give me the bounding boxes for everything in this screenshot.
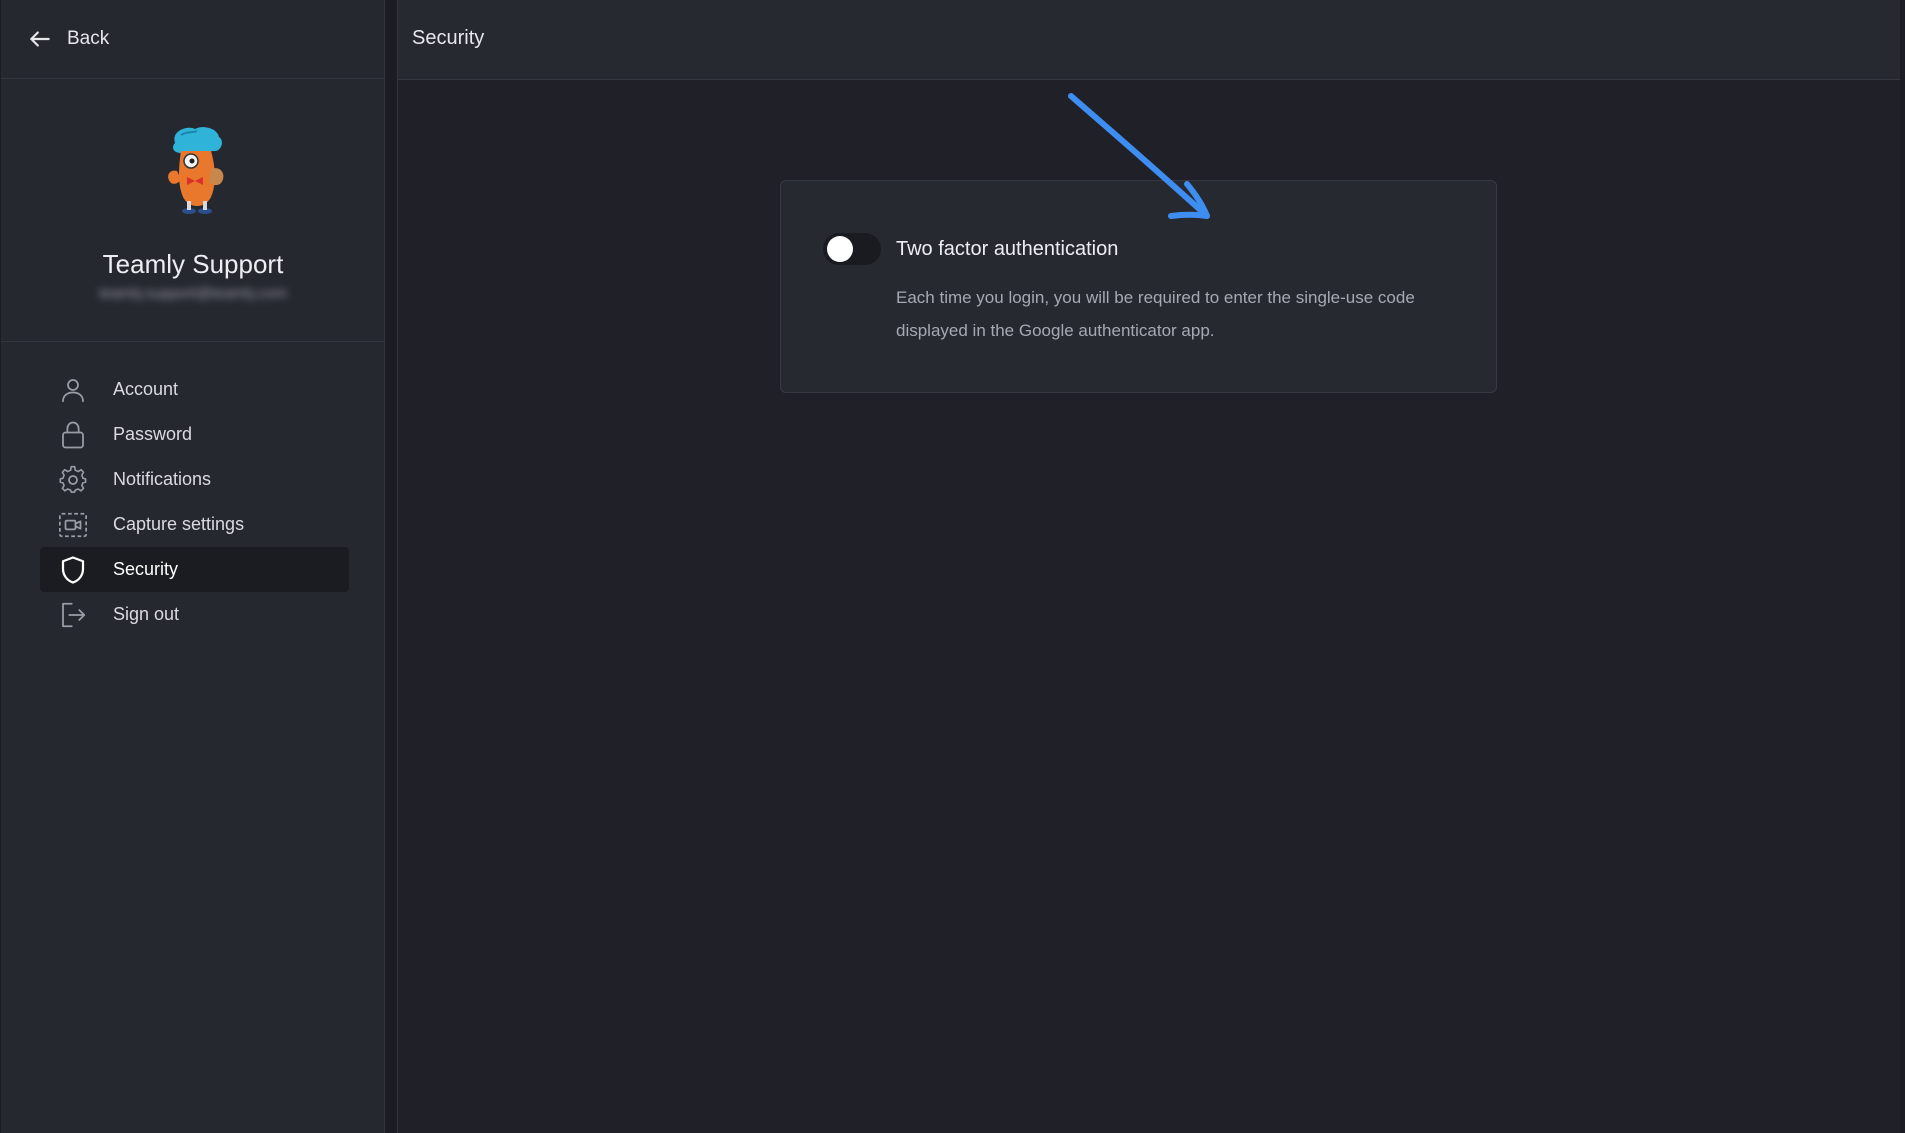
sidebar-item-sign-out[interactable]: Sign out: [40, 592, 349, 637]
avatar: [168, 127, 224, 214]
profile-email: teamly.support@teamly.com: [98, 285, 288, 302]
page-title: Security: [412, 27, 485, 49]
sign-out-icon: [62, 602, 86, 627]
two-factor-description: Each time you login, you will be require…: [896, 288, 1415, 340]
sidebar-item-password[interactable]: Password: [40, 412, 349, 457]
two-factor-card: Two factor authentication Each time you …: [780, 180, 1497, 393]
back-label: Back: [67, 28, 110, 49]
sidebar-item-label: Sign out: [113, 604, 180, 624]
back-button[interactable]: Back: [1, 0, 385, 79]
sidebar-item-capture-settings[interactable]: Capture settings: [40, 502, 349, 547]
sidebar-item-security[interactable]: Security: [40, 547, 349, 592]
sidebar-item-label: Security: [113, 559, 179, 579]
settings-nav: Account Password Notifications Capture s…: [40, 367, 349, 637]
arrow-left-icon: [30, 31, 50, 47]
sidebar-item-label: Notifications: [113, 469, 212, 489]
sidebar-item-account[interactable]: Account: [40, 367, 349, 412]
sidebar-item-label: Account: [113, 379, 179, 399]
sidebar-item-label: Password: [113, 424, 193, 444]
sidebar-item-label: Capture settings: [113, 514, 245, 534]
sidebar-item-notifications[interactable]: Notifications: [40, 457, 349, 502]
lock-icon: [62, 421, 84, 448]
shield-icon: [61, 555, 85, 584]
settings-app: Back Teamly Support teamly.support@teaml…: [0, 0, 1905, 1133]
main-header: Security: [398, 0, 1900, 80]
profile-section: Teamly Support teamly.support@teamly.com: [1, 79, 385, 342]
two-factor-toggle[interactable]: [823, 233, 881, 265]
main-panel: Security Two factor authentication Each …: [397, 0, 1900, 1133]
user-icon: [62, 378, 84, 402]
video-capture-icon: [59, 512, 87, 537]
profile-name: Teamly Support: [102, 249, 284, 279]
two-factor-title: Two factor authentication: [896, 238, 1119, 260]
gear-icon: [59, 465, 87, 493]
toggle-knob: [827, 236, 853, 262]
sidebar: Back Teamly Support teamly.support@teaml…: [1, 0, 385, 1133]
